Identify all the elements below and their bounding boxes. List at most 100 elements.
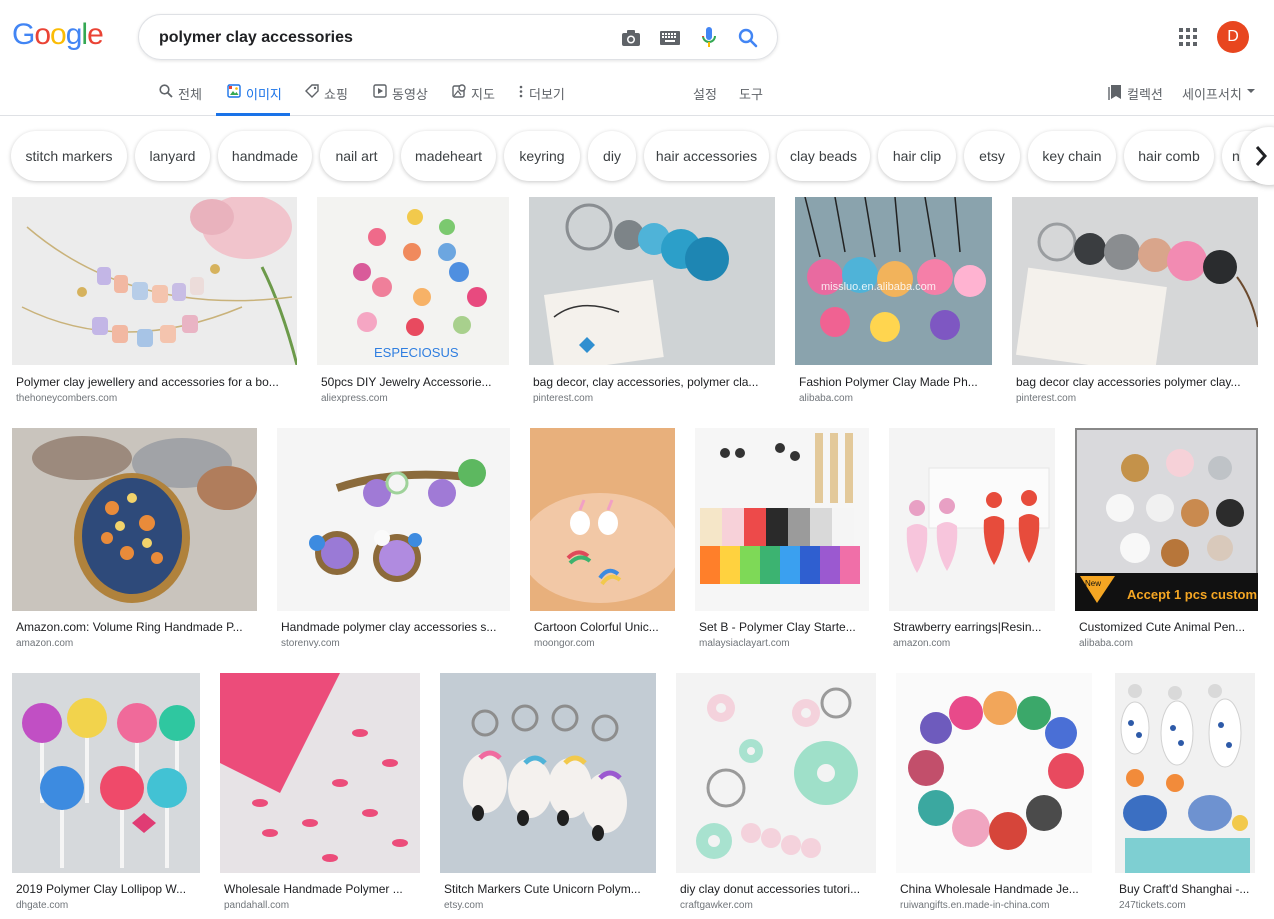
- result-source[interactable]: amazon.com: [893, 638, 1053, 649]
- result-source[interactable]: moongor.com: [534, 638, 674, 649]
- result-source[interactable]: ruiwangifts.en.made-in-china.com: [900, 900, 1092, 911]
- result-source[interactable]: alibaba.com: [799, 393, 991, 404]
- result-source[interactable]: malaysiaclayart.com: [699, 638, 867, 649]
- chip[interactable]: diy: [588, 131, 636, 181]
- result-thumbnail[interactable]: [695, 428, 869, 611]
- image-result[interactable]: Handmade polymer clay accessories s... s…: [277, 428, 510, 653]
- image-result[interactable]: China Wholesale Handmade Je... ruiwangif…: [896, 673, 1092, 913]
- tab-all[interactable]: 전체: [159, 84, 202, 116]
- result-source[interactable]: amazon.com: [16, 638, 256, 649]
- tab-maps[interactable]: 지도: [452, 84, 495, 116]
- chip[interactable]: key chain: [1028, 131, 1116, 181]
- result-thumbnail[interactable]: ESPECIOSUS: [317, 197, 509, 365]
- result-source[interactable]: alibaba.com: [1079, 638, 1257, 649]
- image-result[interactable]: bag decor, clay accessories, polymer cla…: [529, 197, 775, 407]
- image-result[interactable]: 2019 Polymer Clay Lollipop W... dhgate.c…: [12, 673, 200, 913]
- microphone-icon[interactable]: [697, 26, 721, 50]
- result-title[interactable]: Amazon.com: Volume Ring Handmade P...: [16, 620, 256, 634]
- result-thumbnail[interactable]: [1115, 673, 1255, 873]
- result-thumbnail[interactable]: [12, 197, 297, 365]
- result-title[interactable]: Buy Craft'd Shanghai -...: [1119, 882, 1257, 896]
- result-source[interactable]: aliexpress.com: [321, 393, 507, 404]
- image-result[interactable]: Polymer clay jewellery and accessories f…: [12, 197, 297, 407]
- chip[interactable]: hair accessories: [644, 131, 769, 181]
- result-title[interactable]: Strawberry earrings|Resin...: [893, 620, 1053, 634]
- collections-button[interactable]: 컬렉션: [1108, 84, 1163, 116]
- chip[interactable]: handmade: [218, 131, 312, 181]
- camera-icon[interactable]: [619, 26, 643, 50]
- image-result[interactable]: Amazon.com: Volume Ring Handmade P... am…: [12, 428, 257, 653]
- result-thumbnail[interactable]: [12, 428, 257, 611]
- image-result[interactable]: Strawberry earrings|Resin... amazon.com: [889, 428, 1055, 653]
- result-source[interactable]: pandahall.com: [224, 900, 420, 911]
- chip[interactable]: lanyard: [135, 131, 210, 181]
- result-source[interactable]: thehoneycombers.com: [16, 393, 296, 404]
- result-thumbnail[interactable]: [896, 673, 1092, 873]
- chip[interactable]: hair clip: [878, 131, 956, 181]
- result-title[interactable]: diy clay donut accessories tutori...: [680, 882, 876, 896]
- result-title[interactable]: Stitch Markers Cute Unicorn Polym...: [444, 882, 656, 896]
- result-title[interactable]: bag decor, clay accessories, polymer cla…: [533, 375, 773, 389]
- result-source[interactable]: etsy.com: [444, 900, 656, 911]
- result-thumbnail[interactable]: [440, 673, 656, 873]
- result-title[interactable]: 2019 Polymer Clay Lollipop W...: [16, 882, 200, 896]
- apps-grid-icon[interactable]: [1177, 26, 1199, 48]
- result-thumbnail[interactable]: [676, 673, 876, 873]
- result-title[interactable]: Set B - Polymer Clay Starte...: [699, 620, 867, 634]
- result-thumbnail[interactable]: [12, 673, 200, 873]
- result-thumbnail[interactable]: [277, 428, 510, 611]
- tab-images[interactable]: 이미지: [216, 84, 290, 116]
- result-thumbnail[interactable]: [530, 428, 675, 611]
- image-result[interactable]: Stitch Markers Cute Unicorn Polym... ets…: [440, 673, 656, 913]
- image-result[interactable]: Set B - Polymer Clay Starte... malaysiac…: [695, 428, 869, 653]
- tab-tools[interactable]: 도구: [739, 84, 763, 116]
- image-result[interactable]: diy clay donut accessories tutori... cra…: [676, 673, 876, 913]
- result-title[interactable]: Handmade polymer clay accessories s...: [281, 620, 509, 634]
- result-source[interactable]: dhgate.com: [16, 900, 200, 911]
- result-title[interactable]: Fashion Polymer Clay Made Ph...: [799, 375, 991, 389]
- tab-more[interactable]: 더보기: [518, 84, 565, 116]
- keyboard-icon[interactable]: [658, 26, 682, 50]
- result-thumbnail[interactable]: Accept 1 pcs custom New: [1075, 428, 1258, 611]
- chip[interactable]: clay beads: [777, 131, 870, 181]
- result-title[interactable]: bag decor clay accessories polymer clay.…: [1016, 375, 1256, 389]
- image-result[interactable]: Wholesale Handmade Polymer ... pandahall…: [220, 673, 420, 913]
- search-input[interactable]: [159, 27, 599, 49]
- chip[interactable]: keyring: [504, 131, 580, 181]
- result-title[interactable]: 50pcs DIY Jewelry Accessorie...: [321, 375, 507, 389]
- image-result[interactable]: Buy Craft'd Shanghai -... 247tickets.com: [1115, 673, 1255, 913]
- tab-settings[interactable]: 설정: [693, 84, 717, 116]
- image-result[interactable]: bag decor clay accessories polymer clay.…: [1012, 197, 1258, 407]
- result-source[interactable]: storenvy.com: [281, 638, 509, 649]
- result-title[interactable]: Polymer clay jewellery and accessories f…: [16, 375, 296, 389]
- result-title[interactable]: Customized Cute Animal Pen...: [1079, 620, 1257, 634]
- google-logo[interactable]: Google: [12, 18, 104, 52]
- result-thumbnail[interactable]: missluo.en.alibaba.com: [795, 197, 992, 365]
- image-result[interactable]: Accept 1 pcs custom New Customized Cute A…: [1075, 428, 1258, 653]
- image-result[interactable]: missluo.en.alibaba.com Fashion Polymer C…: [795, 197, 992, 407]
- result-thumbnail[interactable]: [1012, 197, 1258, 365]
- result-thumbnail[interactable]: [220, 673, 420, 873]
- result-source[interactable]: 247tickets.com: [1119, 900, 1257, 911]
- chip[interactable]: stitch markers: [11, 131, 127, 181]
- safesearch-dropdown[interactable]: 세이프서치: [1182, 84, 1255, 116]
- tab-shopping[interactable]: 쇼핑: [305, 84, 348, 116]
- image-result[interactable]: Cartoon Colorful Unic... moongor.com: [530, 428, 675, 653]
- tab-label: 도구: [739, 87, 763, 102]
- result-title[interactable]: China Wholesale Handmade Je...: [900, 882, 1092, 896]
- account-avatar[interactable]: D: [1217, 21, 1249, 53]
- result-title[interactable]: Wholesale Handmade Polymer ...: [224, 882, 420, 896]
- result-source[interactable]: pinterest.com: [533, 393, 773, 404]
- result-source[interactable]: craftgawker.com: [680, 900, 876, 911]
- image-result[interactable]: ESPECIOSUS 50pcs DIY Jewelry Accessorie.…: [317, 197, 509, 407]
- chip[interactable]: nail art: [320, 131, 393, 181]
- search-icon[interactable]: [736, 26, 760, 50]
- chip[interactable]: etsy: [964, 131, 1020, 181]
- tab-videos[interactable]: 동영상: [373, 84, 428, 116]
- chip[interactable]: hair comb: [1124, 131, 1214, 181]
- result-source[interactable]: pinterest.com: [1016, 393, 1256, 404]
- result-thumbnail[interactable]: [889, 428, 1055, 611]
- result-title[interactable]: Cartoon Colorful Unic...: [534, 620, 674, 634]
- chip[interactable]: madeheart: [401, 131, 496, 181]
- result-thumbnail[interactable]: [529, 197, 775, 365]
